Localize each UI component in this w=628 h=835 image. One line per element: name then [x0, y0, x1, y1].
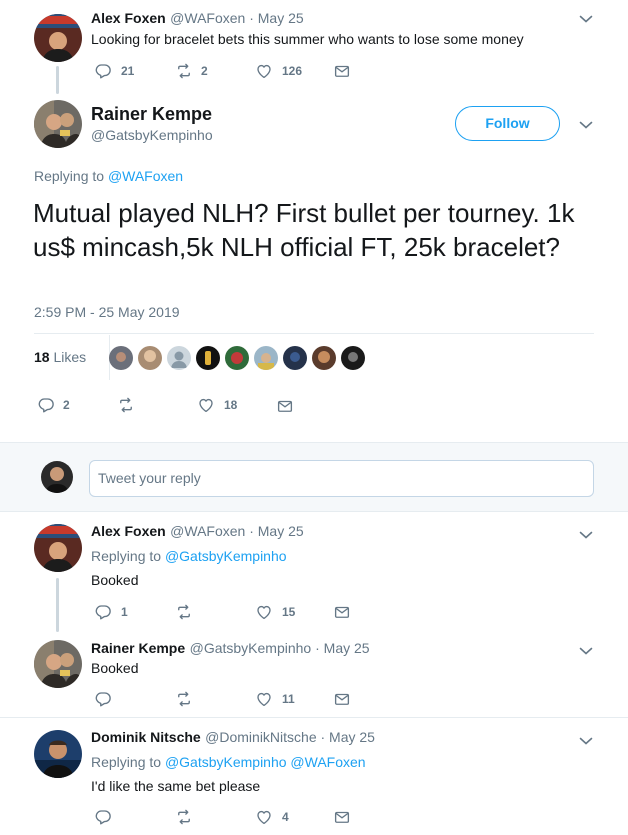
user-name[interactable]: Alex Foxen [91, 523, 166, 539]
avatar-rainer-kempe[interactable] [34, 100, 82, 148]
tweet-header: Dominik Nitsche @DominikNitsche · May 25 [91, 729, 375, 747]
chevron-down-icon[interactable] [579, 120, 593, 130]
reply-input[interactable]: Tweet your reply [89, 460, 594, 497]
chevron-down-icon[interactable] [579, 736, 593, 746]
reply-count: 2 [63, 398, 70, 412]
user-handle[interactable]: @WAFoxen · May 25 [170, 10, 304, 26]
user-name[interactable]: Rainer Kempe [91, 640, 185, 656]
liker-avatar[interactable] [283, 346, 307, 370]
chevron-down-icon[interactable] [579, 530, 593, 540]
liker-avatar[interactable] [312, 346, 336, 370]
retweet-icon[interactable] [175, 62, 193, 80]
tweet-header: Alex Foxen @WAFoxen · May 25 [91, 523, 304, 541]
replying-to: Replying to @GatsbyKempinho @WAFoxen [91, 754, 366, 770]
reply-icon[interactable] [94, 690, 112, 708]
divider [0, 717, 628, 718]
thread-line [56, 66, 59, 94]
user-name[interactable]: Alex Foxen [91, 10, 166, 26]
thread-line [56, 578, 59, 632]
reply-icon[interactable] [37, 396, 55, 414]
replying-to: Replying to @WAFoxen [34, 168, 184, 184]
tweet-header: Rainer Kempe @GatsbyKempinho · May 25 [91, 640, 370, 658]
like-count: 15 [282, 605, 296, 619]
heart-icon[interactable] [255, 62, 273, 80]
liker-avatar[interactable] [341, 346, 365, 370]
reply-icon[interactable] [94, 808, 112, 826]
mention-link[interactable]: @WAFoxen [108, 168, 183, 184]
tweet-text: Looking for bracelet bets this summer wh… [91, 31, 524, 47]
direct-message-icon[interactable] [333, 808, 351, 826]
liker-avatar[interactable] [254, 346, 278, 370]
replying-to: Replying to @GatsbyKempinho [91, 548, 287, 564]
tweet-text: I'd like the same bet please [91, 778, 261, 794]
tweet-header: Alex Foxen @WAFoxen · May 25 [91, 10, 304, 28]
user-name[interactable]: Rainer Kempe [91, 104, 212, 125]
likes-summary[interactable]: 18 Likes [34, 349, 86, 365]
mention-link[interactable]: @GatsbyKempinho [165, 548, 287, 564]
heart-icon[interactable] [255, 603, 273, 621]
liker-avatar[interactable] [225, 346, 249, 370]
follow-button[interactable]: Follow [455, 106, 560, 141]
mention-link[interactable]: @GatsbyKempinho @WAFoxen [165, 754, 366, 770]
like-count: 126 [282, 64, 303, 78]
user-name[interactable]: Dominik Nitsche [91, 729, 201, 745]
direct-message-icon[interactable] [276, 397, 294, 415]
reply-icon[interactable] [94, 603, 112, 621]
like-count: 18 [224, 398, 238, 412]
retweet-icon[interactable] [175, 603, 193, 621]
like-count: 11 [282, 692, 295, 706]
user-handle[interactable]: @GatsbyKempinho · May 25 [190, 640, 370, 656]
liker-avatar[interactable] [138, 346, 162, 370]
liker-avatar[interactable] [167, 346, 191, 370]
chevron-down-icon[interactable] [579, 14, 593, 24]
direct-message-icon[interactable] [333, 603, 351, 621]
user-handle[interactable]: @WAFoxen · May 25 [170, 523, 304, 539]
reply-count: 21 [121, 64, 135, 78]
timestamp[interactable]: 2:59 PM - 25 May 2019 [34, 304, 180, 320]
direct-message-icon[interactable] [333, 62, 351, 80]
heart-icon[interactable] [255, 808, 273, 826]
retweet-icon[interactable] [175, 808, 193, 826]
avatar-alex-foxen[interactable] [34, 14, 82, 62]
tweet-text: Booked [91, 660, 139, 676]
avatar-alex-foxen[interactable] [34, 524, 82, 572]
retweet-icon[interactable] [175, 690, 193, 708]
chevron-down-icon[interactable] [579, 646, 593, 656]
divider [34, 333, 594, 334]
user-handle[interactable]: @GatsbyKempinho [91, 127, 213, 143]
reply-icon[interactable] [94, 62, 112, 80]
retweet-count: 2 [201, 64, 208, 78]
liker-avatar[interactable] [196, 346, 220, 370]
direct-message-icon[interactable] [333, 690, 351, 708]
avatar-rainer-kempe[interactable] [34, 640, 82, 688]
user-handle[interactable]: @DominikNitsche · May 25 [205, 729, 375, 745]
heart-icon[interactable] [197, 396, 215, 414]
liker-avatar[interactable] [109, 346, 133, 370]
tweet-text: Booked [91, 572, 139, 588]
reply-count: 1 [121, 605, 128, 619]
heart-icon[interactable] [255, 690, 273, 708]
like-count: 4 [282, 810, 289, 824]
tweet-text: Mutual played NLH? First bullet per tour… [33, 198, 575, 262]
reply-compose-bar: Tweet your reply [0, 442, 628, 512]
avatar-dominik-nitsche[interactable] [34, 730, 82, 778]
likers-avatars [109, 346, 369, 372]
retweet-icon[interactable] [117, 396, 135, 414]
avatar-current-user[interactable] [41, 461, 73, 493]
